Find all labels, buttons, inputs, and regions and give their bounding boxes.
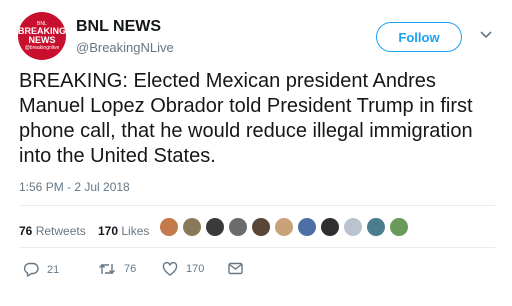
- tweet-timestamp[interactable]: 1:56 PM - 2 Jul 2018: [19, 180, 130, 194]
- account-name[interactable]: BNL NEWS: [76, 18, 161, 36]
- likes-count: 170: [98, 224, 119, 238]
- like-button[interactable]: 170: [162, 262, 204, 276]
- liker-avatar[interactable]: [390, 218, 408, 236]
- likes-label: Likes: [121, 224, 150, 238]
- avatar[interactable]: BNL BREAKING NEWS @breakingnlive: [18, 12, 66, 60]
- liker-avatar[interactable]: [252, 218, 270, 236]
- liker-avatar[interactable]: [229, 218, 247, 236]
- liker-avatar[interactable]: [275, 218, 293, 236]
- divider: [19, 247, 495, 248]
- liker-avatars: [160, 218, 413, 236]
- tweet-text: BREAKING: Elected Mexican president Andr…: [19, 70, 473, 167]
- retweet-count: 76: [124, 263, 137, 275]
- liker-avatar[interactable]: [183, 218, 201, 236]
- liker-avatar[interactable]: [344, 218, 362, 236]
- liker-avatar[interactable]: [298, 218, 316, 236]
- liker-avatar[interactable]: [160, 218, 178, 236]
- avatar-text-4: @breakingnlive: [24, 44, 60, 51]
- retweets-count: 76: [19, 224, 33, 238]
- reply-count: 21: [47, 263, 60, 276]
- liker-avatar[interactable]: [206, 218, 224, 236]
- message-icon: [228, 262, 243, 275]
- retweets-stat[interactable]: 76 Retweets: [19, 224, 86, 238]
- like-count: 170: [186, 263, 205, 275]
- chevron-down-icon[interactable]: [479, 30, 493, 40]
- follow-button[interactable]: Follow: [376, 22, 462, 52]
- liker-avatar[interactable]: [367, 218, 385, 236]
- retweets-label: Retweets: [35, 224, 86, 238]
- direct-message-button[interactable]: [228, 262, 243, 275]
- heart-icon: [162, 262, 178, 276]
- avatar-text-3: NEWS: [28, 34, 56, 45]
- reply-button[interactable]: 21: [23, 262, 59, 277]
- divider: [19, 205, 495, 206]
- account-handle[interactable]: @BreakingNLive: [76, 40, 174, 55]
- reply-icon: [23, 262, 39, 277]
- liker-avatar[interactable]: [321, 218, 339, 236]
- retweet-icon: [99, 264, 115, 274]
- likes-stat[interactable]: 170 Likes: [98, 224, 149, 238]
- retweet-button[interactable]: 76: [98, 262, 136, 276]
